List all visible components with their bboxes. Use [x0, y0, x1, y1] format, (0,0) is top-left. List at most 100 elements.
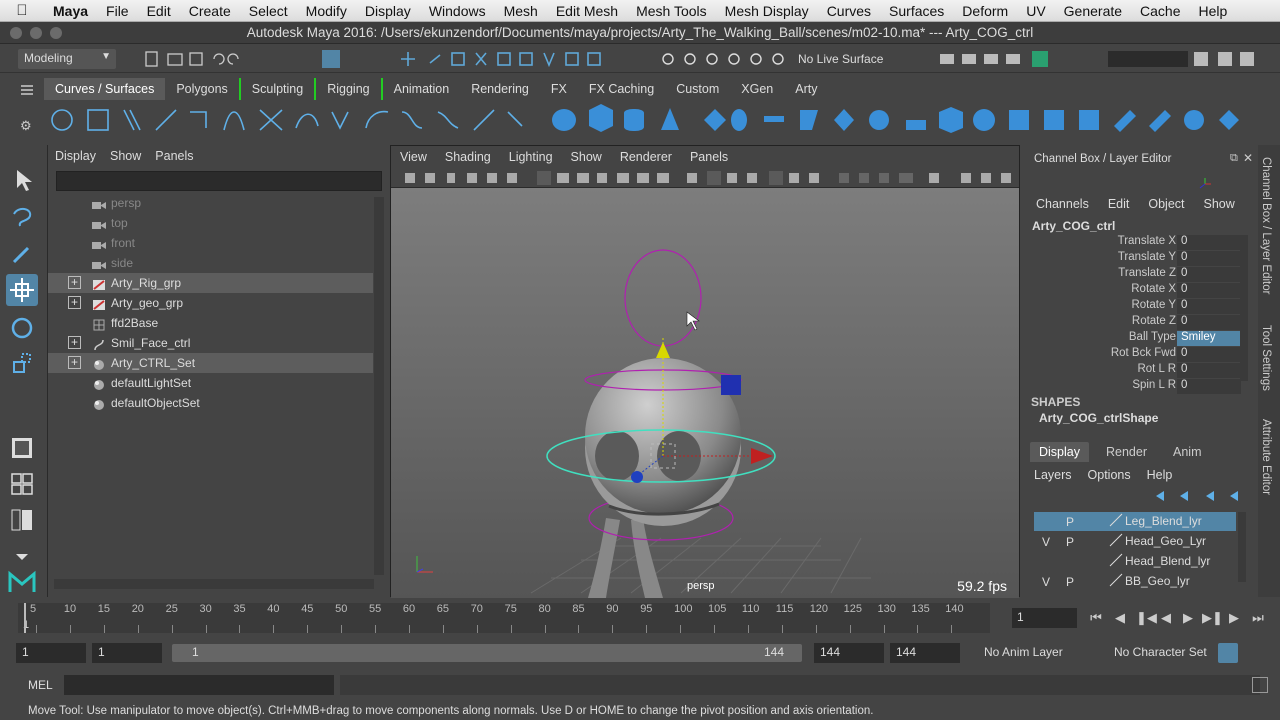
menu-uv[interactable]: UV	[1017, 3, 1054, 19]
select-tool-icon[interactable]	[6, 164, 38, 196]
outliner-item-side[interactable]: side	[48, 253, 373, 273]
outliner-item-arty-geo-grp[interactable]: + Arty_geo_grp	[48, 293, 373, 313]
side-tab-channel-box[interactable]: Channel Box / Layer Editor	[1260, 157, 1272, 294]
viewport-toolbar[interactable]	[391, 168, 1019, 188]
selected-object-name[interactable]: Arty_COG_ctrl	[1032, 219, 1115, 233]
four-view-layout-icon[interactable]	[6, 468, 38, 500]
menu-generate[interactable]: Generate	[1055, 3, 1131, 19]
shelf-tab-animation[interactable]: Animation	[383, 78, 461, 100]
layer-color-swatch[interactable]	[1106, 533, 1126, 550]
menu-curves[interactable]: Curves	[818, 3, 880, 19]
attr-row-rot-bck-fwd[interactable]: Rot Bck Fwd 0	[1024, 347, 1256, 363]
mel-input[interactable]	[64, 675, 334, 695]
layer-playback-toggle[interactable]	[1060, 553, 1080, 570]
shape-node-name[interactable]: Arty_COG_ctrlShape	[1039, 411, 1158, 425]
menu-modify[interactable]: Modify	[297, 3, 356, 19]
outliner-item-front[interactable]: front	[48, 233, 373, 253]
layer-row[interactable]: P Leg_Blend_lyr	[1034, 512, 1236, 531]
menu-create[interactable]: Create	[180, 3, 240, 19]
attr-value-field[interactable]: 0	[1177, 347, 1241, 362]
anim-layer-dropdown[interactable]: No Anim Layer	[984, 645, 1063, 659]
step-forward-key-icon[interactable]: ▶	[1226, 610, 1242, 626]
playback-start-field[interactable]: 1	[92, 643, 162, 663]
shelf-tab-fx[interactable]: FX	[540, 78, 578, 100]
layer-color-swatch[interactable]	[1106, 513, 1126, 530]
layer-row[interactable]: V P Head_Geo_Lyr	[1034, 532, 1236, 551]
outliner-item-smil-face-ctrl[interactable]: + Smil_Face_ctrl	[48, 333, 373, 353]
attr-value-field[interactable]: 0	[1177, 379, 1241, 394]
lasso-tool-icon[interactable]	[6, 202, 38, 234]
viewport-menu-show[interactable]: Show	[562, 150, 611, 164]
move-tool-icon[interactable]	[6, 274, 38, 306]
layer-menu-help[interactable]: Help	[1147, 468, 1173, 482]
outliner-item-defaultlightset[interactable]: defaultLightSet	[48, 373, 373, 393]
shelf-tab-sculpting[interactable]: Sculpting	[238, 78, 317, 100]
attr-value-field[interactable]: 0	[1177, 363, 1241, 378]
zoom-window-button[interactable]	[50, 27, 62, 39]
outliner-menu-show[interactable]: Show	[103, 149, 148, 163]
shelf-tab-custom[interactable]: Custom	[665, 78, 730, 100]
shelf-tab-rigging[interactable]: Rigging	[316, 78, 383, 100]
layer-row[interactable]: Head_Blend_lyr	[1034, 552, 1236, 571]
attr-value-field[interactable]: 0	[1177, 299, 1241, 314]
menu-help[interactable]: Help	[1190, 3, 1237, 19]
menu-set-dropdown[interactable]: Modeling ▼	[18, 49, 116, 69]
attr-row-translate-y[interactable]: Translate Y0	[1024, 251, 1256, 267]
attr-row-ball-type[interactable]: Ball Type Smiley	[1024, 331, 1256, 347]
shelf-icons[interactable]	[44, 102, 1280, 140]
cb-menu-show[interactable]: Show	[1204, 197, 1242, 211]
outliner-menu-panels[interactable]: Panels	[148, 149, 200, 163]
attr-value-field[interactable]: 0	[1177, 251, 1241, 266]
attr-row-rotate-y[interactable]: Rotate Y0	[1024, 299, 1256, 315]
expand-icon[interactable]: +	[68, 276, 81, 289]
render-icons[interactable]	[938, 49, 1258, 69]
shelf-tab-rendering[interactable]: Rendering	[460, 78, 540, 100]
current-frame-field[interactable]: 1	[1012, 608, 1077, 628]
layer-playback-toggle[interactable]: P	[1060, 513, 1080, 530]
attr-row-translate-x[interactable]: Translate X0	[1024, 235, 1256, 251]
layer-visibility-toggle[interactable]: V	[1036, 573, 1056, 590]
channel-box-scrollbar[interactable]	[1240, 235, 1248, 381]
menu-deform[interactable]: Deform	[953, 3, 1017, 19]
app-menu[interactable]: Maya	[44, 3, 97, 19]
outliner-item-top[interactable]: top	[48, 213, 373, 233]
cb-menu-object[interactable]: Object	[1148, 197, 1191, 211]
attr-value-field[interactable]: 0	[1177, 283, 1241, 298]
outliner-h-scrollbar[interactable]	[54, 579, 374, 589]
shelf-settings-icon[interactable]: ⚙	[20, 118, 32, 134]
menu-windows[interactable]: Windows	[420, 3, 495, 19]
expand-icon[interactable]: +	[68, 336, 81, 349]
layer-menu-layers[interactable]: Layers	[1034, 468, 1072, 482]
layer-tab-render[interactable]: Render	[1097, 442, 1156, 462]
outliner-scrollbar[interactable]	[374, 197, 384, 575]
minimize-window-button[interactable]	[30, 27, 42, 39]
menu-select[interactable]: Select	[240, 3, 297, 19]
cb-menu-channels[interactable]: Channels	[1036, 197, 1096, 211]
viewport-menu-panels[interactable]: Panels	[681, 150, 737, 164]
outliner-item-persp[interactable]: persp	[48, 193, 373, 213]
auto-key-icon[interactable]	[1218, 643, 1238, 663]
menu-file[interactable]: File	[97, 3, 138, 19]
go-to-end-icon[interactable]: ⏭	[1250, 610, 1266, 626]
menu-cache[interactable]: Cache	[1131, 3, 1189, 19]
layer-scrollbar[interactable]	[1238, 512, 1246, 582]
3d-scene[interactable]	[391, 188, 1019, 598]
layer-visibility-toggle[interactable]: V	[1036, 533, 1056, 550]
viewport-menu-view[interactable]: View	[391, 150, 436, 164]
menu-surfaces[interactable]: Surfaces	[880, 3, 953, 19]
character-set-dropdown[interactable]: No Character Set	[1114, 645, 1207, 659]
float-panel-icon[interactable]: ⧉	[1230, 152, 1238, 165]
shelf-tab-xgen[interactable]: XGen	[730, 78, 784, 100]
attr-value-field[interactable]: Smiley	[1177, 331, 1241, 346]
scene-start-field[interactable]: 1	[16, 643, 86, 663]
menu-mesh-display[interactable]: Mesh Display	[716, 3, 818, 19]
mel-label[interactable]: MEL	[28, 678, 53, 692]
outliner-item-defaultobjectset[interactable]: defaultObjectSet	[48, 393, 373, 413]
shelf-tab-fx-caching[interactable]: FX Caching	[578, 78, 665, 100]
shelf-tab-curves-surfaces[interactable]: Curves / Surfaces	[44, 78, 166, 100]
layer-tab-display[interactable]: Display	[1030, 442, 1089, 462]
layer-action-icons[interactable]	[1154, 489, 1244, 503]
outliner-menu-display[interactable]: Display	[48, 149, 103, 163]
time-slider[interactable]: 5 10 15 20 25 30 35 40 45 50 55 60 65 70 75 80 85 90 95 100…	[18, 603, 990, 633]
attr-row-spin-l-r[interactable]: Spin L R0	[1024, 379, 1256, 395]
